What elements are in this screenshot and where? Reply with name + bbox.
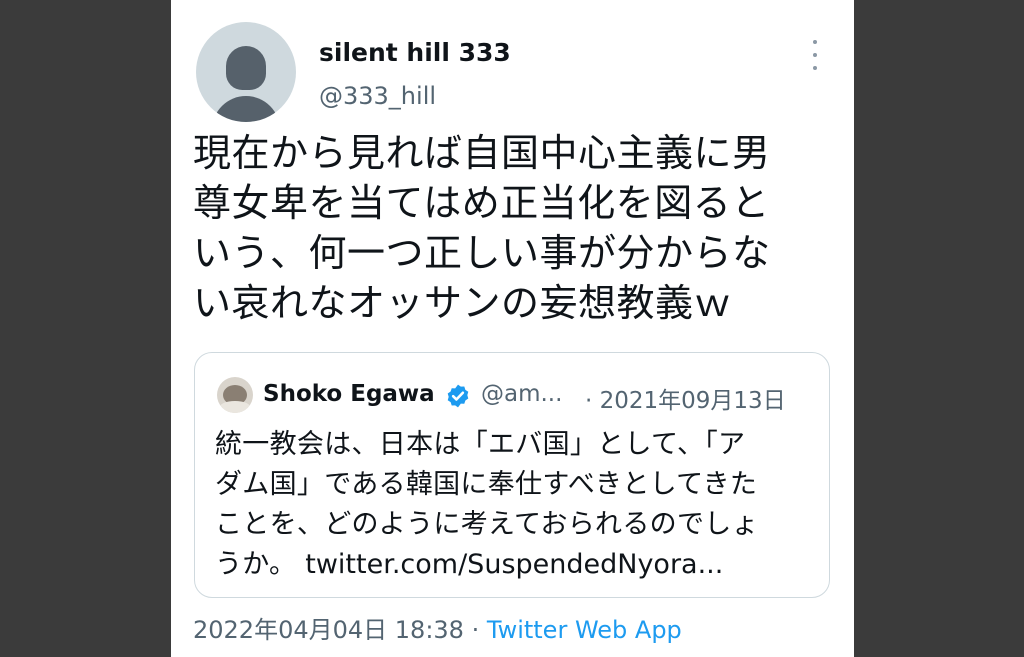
tweet-text-line: いう、何一つ正しい事が分からな <box>193 231 771 275</box>
tweet-text: 現在から見れば自国中心主義に男 尊女卑を当てはめ正当化を図ると いう、何一つ正し… <box>193 128 843 328</box>
avatar-head <box>226 46 266 90</box>
meta-separator: · <box>471 616 480 644</box>
quoted-avatar[interactable] <box>217 377 253 413</box>
tweet-meta: 2022年04月04日 18:38 · Twitter Web App <box>193 610 682 645</box>
tweet-text-line: 尊女卑を当てはめ正当化を図ると <box>193 181 770 225</box>
quoted-text-line: ダム国」である韓国に奉仕すべきとしてきた <box>215 469 758 500</box>
avatar-figure-base <box>219 401 251 413</box>
more-dot <box>813 40 817 44</box>
quoted-link[interactable]: twitter.com/SuspendedNyora... <box>305 549 723 580</box>
quoted-text-line-last: うか。 twitter.com/SuspendedNyora... <box>215 545 815 585</box>
tweet-timestamp[interactable]: 2022年04月04日 18:38 <box>193 616 464 644</box>
tweet-source[interactable]: Twitter Web App <box>487 616 682 644</box>
quoted-tweet[interactable]: Shoko Egawa @am... · 2021年09月13日 統一教会は、日… <box>194 352 830 598</box>
quoted-text: 統一教会は、日本は「エバ国」として、「ア ダム国」である韓国に奉仕すべきとしてき… <box>215 425 815 585</box>
more-dot <box>813 66 817 70</box>
author-handle[interactable]: @333_hill <box>319 82 436 110</box>
tweet-text-line: い哀れなオッサンの妄想教義ｗ <box>193 281 733 325</box>
quoted-text-prefix: うか。 <box>215 549 297 580</box>
avatar-body <box>212 96 280 122</box>
tweet-text-line: 現在から見れば自国中心主義に男 <box>193 131 771 175</box>
more-dot <box>813 53 817 57</box>
default-avatar-icon[interactable] <box>196 22 296 122</box>
quoted-text-line: 統一教会は、日本は「エバ国」として、「ア <box>215 429 746 460</box>
tweet-card: silent hill 333 @333_hill 現在から見れば自国中心主義に… <box>171 0 854 657</box>
quoted-date[interactable]: · 2021年09月13日 <box>585 381 786 415</box>
author-name[interactable]: silent hill 333 <box>319 38 511 67</box>
quoted-author-handle[interactable]: @am... <box>481 381 562 407</box>
verified-badge-icon <box>447 384 469 408</box>
more-vertical-icon[interactable] <box>805 40 825 70</box>
quoted-text-line: ことを、どのように考えておられるのでしょ <box>215 509 759 540</box>
quoted-author-name[interactable]: Shoko Egawa <box>263 381 435 407</box>
